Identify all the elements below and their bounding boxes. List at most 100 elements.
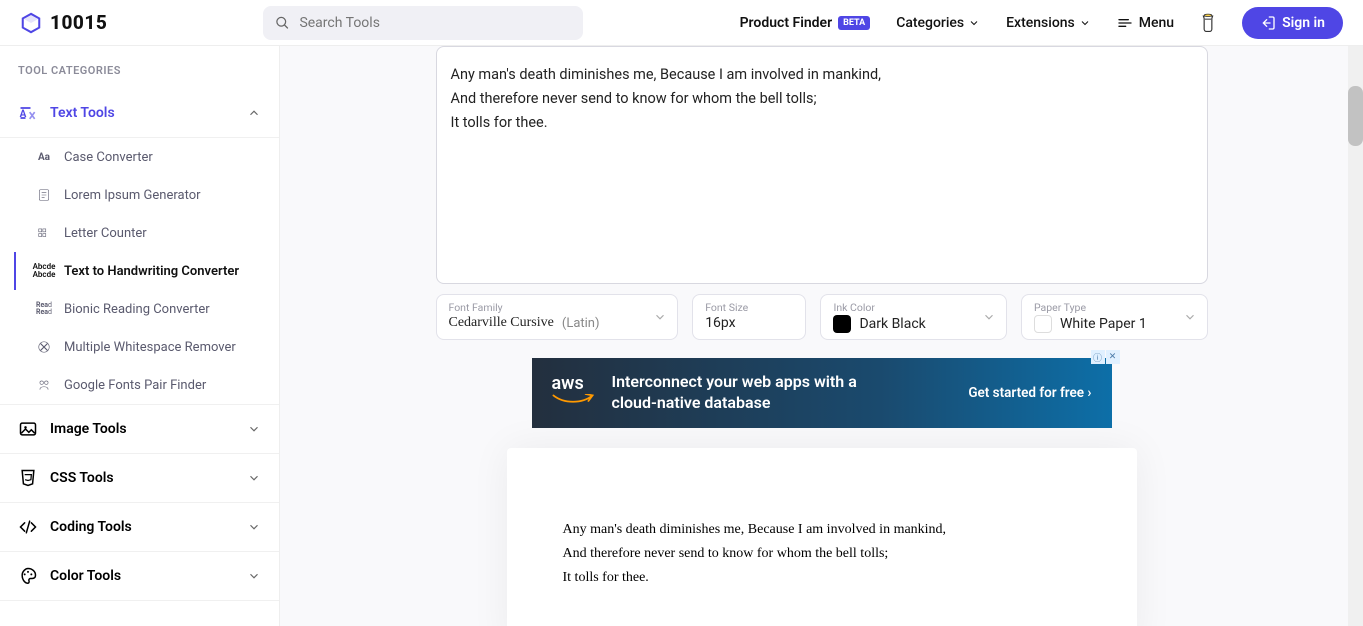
sidebar-item-lorem-ipsum[interactable]: Lorem Ipsum Generator bbox=[14, 176, 279, 214]
category-label: Color Tools bbox=[50, 568, 235, 584]
lorem-ipsum-icon bbox=[36, 187, 52, 203]
chevron-up-icon bbox=[247, 106, 261, 120]
paper-type-select[interactable]: Paper Type White Paper 1 bbox=[1021, 294, 1208, 340]
signin-button[interactable]: Sign in bbox=[1242, 7, 1343, 39]
sidebar-item-bionic-reading[interactable]: ReadReadBionic Reading Converter bbox=[14, 290, 279, 328]
controls-row: Font Family Cedarville Cursive (Latin) F… bbox=[436, 294, 1208, 340]
main-content: Any man's death diminishes me, Because I… bbox=[280, 46, 1363, 626]
case-converter-icon: Aa bbox=[36, 149, 52, 165]
product-finder-label: Product Finder bbox=[740, 15, 833, 31]
logo[interactable]: 10015 bbox=[20, 11, 107, 34]
sidebar-title: TOOL CATEGORIES bbox=[0, 46, 279, 89]
sub-label: Letter Counter bbox=[64, 226, 147, 241]
font-size-value: 16px bbox=[705, 315, 793, 331]
page-scrollbar[interactable] bbox=[1348, 46, 1363, 626]
font-family-suffix: (Latin) bbox=[562, 316, 600, 331]
chevron-down-icon bbox=[247, 569, 261, 583]
sidebar-item-google-fonts-pair[interactable]: Google Fonts Pair Finder bbox=[14, 366, 279, 404]
chevron-down-icon bbox=[247, 520, 261, 534]
tip-jar-icon[interactable] bbox=[1200, 13, 1216, 33]
ink-color-select[interactable]: Ink Color Dark Black bbox=[820, 294, 1007, 340]
input-line: Any man's death diminishes me, Because I… bbox=[451, 63, 1193, 87]
text-tools-icon: A bbox=[18, 103, 38, 123]
category-label: CSS Tools bbox=[50, 470, 235, 486]
chevron-down-icon bbox=[968, 17, 980, 29]
control-label: Paper Type bbox=[1034, 301, 1195, 314]
font-family-select[interactable]: Font Family Cedarville Cursive (Latin) bbox=[436, 294, 679, 340]
header: 10015 Product Finder BETA Categories Ext… bbox=[0, 0, 1363, 46]
search-input[interactable] bbox=[263, 6, 583, 40]
color-tools-icon bbox=[18, 566, 38, 586]
control-label: Font Family bbox=[449, 301, 666, 314]
sub-label: Multiple Whitespace Remover bbox=[64, 340, 236, 355]
category-label: Coding Tools bbox=[50, 519, 235, 535]
ad-badges: ⓘ ✕ bbox=[1091, 350, 1120, 364]
control-label: Ink Color bbox=[833, 301, 994, 314]
sidebar: TOOL CATEGORIES A Text Tools Aa Case Conv… bbox=[0, 46, 280, 626]
beta-badge: BETA bbox=[838, 16, 870, 30]
signin-icon bbox=[1260, 15, 1276, 31]
categories-link[interactable]: Categories bbox=[896, 15, 980, 31]
logo-text: 10015 bbox=[50, 11, 107, 34]
sidebar-category-image-tools[interactable]: Image Tools bbox=[0, 405, 279, 454]
product-finder-link[interactable]: Product Finder BETA bbox=[740, 15, 871, 31]
sidebar-item-text-to-handwriting[interactable]: AbcdeAbcde Text to Handwriting Converter bbox=[14, 252, 279, 290]
sidebar-category-css-tools[interactable]: CSS Tools bbox=[0, 454, 279, 503]
chevron-down-icon bbox=[982, 310, 996, 324]
paper-type-value: White Paper 1 bbox=[1060, 316, 1147, 332]
input-textarea[interactable]: Any man's death diminishes me, Because I… bbox=[436, 46, 1208, 284]
search-icon bbox=[275, 15, 290, 30]
ad-close-icon[interactable]: ✕ bbox=[1106, 350, 1120, 364]
logo-icon bbox=[20, 12, 42, 34]
sidebar-category-coding-tools[interactable]: Coding Tools bbox=[0, 503, 279, 552]
preview-line: And therefore never send to know for who… bbox=[563, 542, 1087, 566]
coding-tools-icon bbox=[18, 517, 38, 537]
signin-label: Sign in bbox=[1282, 15, 1325, 31]
svg-text:A: A bbox=[20, 109, 27, 120]
text-tools-sublist: Aa Case Converter Lorem Ipsum Generator L… bbox=[0, 138, 279, 405]
ad-cta[interactable]: Get started for free › bbox=[968, 385, 1091, 401]
sub-label: Case Converter bbox=[64, 150, 153, 165]
sub-label: Google Fonts Pair Finder bbox=[64, 378, 206, 393]
chevron-down-icon bbox=[247, 422, 261, 436]
sidebar-item-letter-counter[interactable]: Letter Counter bbox=[14, 214, 279, 252]
sidebar-item-whitespace-remover[interactable]: Multiple Whitespace Remover bbox=[14, 328, 279, 366]
chevron-down-icon bbox=[653, 310, 667, 324]
control-label: Font Size bbox=[705, 301, 793, 314]
chevron-down-icon bbox=[247, 471, 261, 485]
preview-line: Any man's death diminishes me, Because I… bbox=[563, 518, 1087, 542]
whitespace-icon bbox=[36, 339, 52, 355]
menu-button[interactable]: Menu bbox=[1117, 15, 1174, 31]
bionic-reading-icon: ReadRead bbox=[36, 301, 52, 317]
font-size-select[interactable]: Font Size 16px bbox=[692, 294, 806, 340]
input-line: And therefore never send to know for who… bbox=[451, 87, 1193, 111]
categories-label: Categories bbox=[896, 15, 964, 31]
sub-label: Lorem Ipsum Generator bbox=[64, 188, 201, 203]
preview-line: It tolls for thee. bbox=[563, 566, 1087, 590]
font-family-value: Cedarville Cursive bbox=[449, 315, 554, 331]
chevron-down-icon bbox=[1183, 310, 1197, 324]
sub-label: Text to Handwriting Converter bbox=[64, 264, 239, 279]
chevron-down-icon bbox=[1079, 17, 1091, 29]
ink-color-swatch bbox=[833, 315, 851, 333]
ad-info-icon[interactable]: ⓘ bbox=[1091, 350, 1105, 364]
extensions-label: Extensions bbox=[1006, 15, 1075, 31]
nav-right: Product Finder BETA Categories Extension… bbox=[740, 7, 1343, 39]
fonts-pair-icon bbox=[36, 377, 52, 393]
scrollbar-thumb[interactable] bbox=[1348, 86, 1363, 146]
category-label: Text Tools bbox=[50, 105, 235, 121]
paper-swatch bbox=[1034, 315, 1052, 333]
ad-banner[interactable]: ⓘ ✕ aws Interconnect your web apps with … bbox=[532, 358, 1112, 428]
handwriting-preview: Any man's death diminishes me, Because I… bbox=[507, 448, 1137, 626]
css-tools-icon bbox=[18, 468, 38, 488]
input-line: It tolls for thee. bbox=[451, 111, 1193, 135]
extensions-link[interactable]: Extensions bbox=[1006, 15, 1091, 31]
category-label: Image Tools bbox=[50, 421, 235, 437]
sidebar-category-color-tools[interactable]: Color Tools bbox=[0, 552, 279, 601]
sidebar-item-case-converter[interactable]: Aa Case Converter bbox=[14, 138, 279, 176]
letter-counter-icon bbox=[36, 225, 52, 241]
handwriting-icon: AbcdeAbcde bbox=[36, 263, 52, 279]
ad-headline: Interconnect your web apps with a cloud-… bbox=[612, 372, 882, 414]
sidebar-category-text-tools[interactable]: A Text Tools bbox=[0, 89, 279, 138]
menu-icon bbox=[1117, 15, 1133, 31]
